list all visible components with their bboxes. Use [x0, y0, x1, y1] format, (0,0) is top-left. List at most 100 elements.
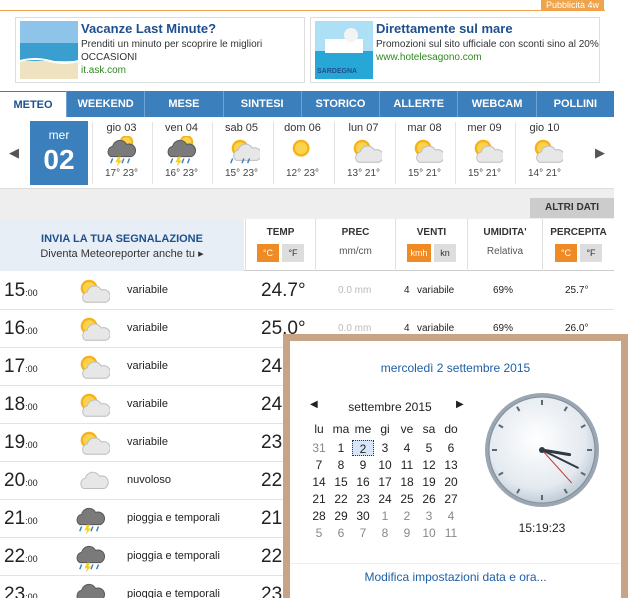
calendar-day[interactable]: 23	[352, 491, 374, 507]
hour-description: pioggia e temporali	[127, 512, 220, 524]
calendar-day[interactable]: 16	[352, 474, 374, 490]
calendar-day[interactable]: 9	[352, 457, 374, 473]
calendar-day[interactable]: 10	[418, 525, 440, 541]
weekday-header: ma	[332, 422, 350, 436]
ad-badge[interactable]: Pubblicità 4w	[540, 0, 604, 11]
calendar-day[interactable]: 7	[308, 457, 330, 473]
day-temp-range: 15° 23°	[224, 168, 259, 179]
calendar-day[interactable]: 5	[418, 440, 440, 456]
report-box[interactable]: INVIA LA TUA SEGNALAZIONE Diventa Meteor…	[0, 219, 244, 271]
altri-dati-button[interactable]: ALTRI DATI	[530, 198, 614, 218]
selected-day[interactable]: mer 02	[30, 121, 88, 185]
report-subtitle[interactable]: Diventa Meteoreporter anche tu ▸	[0, 247, 244, 260]
next-day-arrow-icon[interactable]: ▶	[595, 145, 605, 161]
prev-month-icon[interactable]: ◀	[310, 399, 318, 410]
calendar-day[interactable]: 31	[308, 440, 330, 456]
calendar-day[interactable]: 7	[352, 525, 374, 541]
wind-kmh-button[interactable]: kmh	[407, 244, 431, 262]
hour-temperature: 22	[261, 470, 283, 491]
ad-url[interactable]: www.hotelesagono.com	[376, 52, 482, 63]
day-item[interactable]: gio 10 14° 21°	[515, 122, 573, 184]
calendar-day[interactable]: 27	[440, 491, 462, 507]
calendar-day[interactable]: 3	[418, 508, 440, 524]
calendar-day-today[interactable]: 2	[352, 440, 374, 456]
hour-description: variabile	[127, 436, 168, 448]
selected-day-name: mer	[48, 128, 70, 142]
calendar-day[interactable]: 1	[374, 508, 396, 524]
tab-meteo[interactable]: METEO	[0, 91, 66, 117]
feel-celsius-button[interactable]: °C	[555, 244, 577, 262]
prev-day-arrow-icon[interactable]: ◀	[9, 145, 19, 161]
calendar-day[interactable]: 4	[396, 440, 418, 456]
calendar-day[interactable]: 5	[308, 525, 330, 541]
day-item[interactable]: mar 08 15° 21°	[395, 122, 453, 184]
calendar-day[interactable]: 17	[374, 474, 396, 490]
day-item[interactable]: sab 05 15° 23°	[212, 122, 270, 184]
day-temp-range: 14° 21°	[527, 168, 562, 179]
calendar-month[interactable]: settembre 2015	[320, 400, 460, 414]
tab-webcam[interactable]: WEBCAM	[457, 91, 535, 117]
tab-allerte[interactable]: ALLERTE	[379, 91, 457, 117]
calendar-day[interactable]: 28	[308, 508, 330, 524]
day-item[interactable]: dom 06 12° 23°	[273, 122, 331, 184]
next-month-icon[interactable]: ▶	[456, 399, 464, 410]
calendar-day[interactable]: 9	[396, 525, 418, 541]
calendar-day[interactable]: 6	[440, 440, 462, 456]
ad-url[interactable]: it.ask.com	[81, 65, 126, 76]
tab-sintesi[interactable]: SINTESI	[222, 91, 301, 117]
report-title[interactable]: INVIA LA TUA SEGNALAZIONE	[0, 233, 244, 245]
hour-label: 18:00	[4, 394, 38, 415]
hour-wind-direction: variabile	[417, 323, 455, 334]
datetime-popup: mercoledì 2 settembre 2015 ◀ settembre 2…	[283, 334, 628, 598]
hour-wind-speed: 4	[404, 285, 410, 296]
calendar-day[interactable]: 30	[352, 508, 374, 524]
calendar-day[interactable]: 11	[440, 525, 462, 541]
ad-last-minute[interactable]: Vacanze Last Minute? Prenditi un minuto …	[15, 17, 305, 83]
calendar-day[interactable]: 11	[396, 457, 418, 473]
calendar-day[interactable]: 20	[440, 474, 462, 490]
hour-temperature: 24	[261, 394, 283, 415]
calendar-day[interactable]: 24	[374, 491, 396, 507]
calendar-day[interactable]: 2	[396, 508, 418, 524]
calendar-day[interactable]: 25	[396, 491, 418, 507]
calendar-day[interactable]: 8	[330, 457, 352, 473]
wind-kn-button[interactable]: kn	[434, 244, 456, 262]
calendar-day[interactable]: 15	[330, 474, 352, 490]
hour-row[interactable]: 15:00 variabile 24.7° 0.0 mm 4 variabile 69% 25…	[0, 272, 614, 310]
tab-storico[interactable]: STORICO	[300, 91, 379, 117]
calendar-day[interactable]: 6	[330, 525, 352, 541]
popup-date-link[interactable]: mercoledì 2 settembre 2015	[290, 361, 621, 375]
calendar-day[interactable]: 14	[308, 474, 330, 490]
hour-label: 20:00	[4, 470, 38, 491]
calendar-day[interactable]: 3	[374, 440, 396, 456]
partly-cloudy-icon	[516, 136, 573, 166]
calendar-day[interactable]: 19	[418, 474, 440, 490]
day-item[interactable]: gio 03 17° 23°	[92, 122, 150, 184]
ad-hotel[interactable]: SARDEGNA Direttamente sul mare Promozion…	[310, 17, 600, 83]
calendar-day[interactable]: 1	[330, 440, 352, 456]
calendar-day[interactable]: 18	[396, 474, 418, 490]
datetime-panel: mercoledì 2 settembre 2015 ◀ settembre 2…	[290, 341, 621, 598]
calendar-day[interactable]: 13	[440, 457, 462, 473]
calendar-day[interactable]: 21	[308, 491, 330, 507]
tab-mese[interactable]: MESE	[144, 91, 222, 117]
calendar-day[interactable]: 4	[440, 508, 462, 524]
calendar-day[interactable]: 10	[374, 457, 396, 473]
day-item[interactable]: ven 04 16° 23°	[152, 122, 210, 184]
calendar-day[interactable]: 12	[418, 457, 440, 473]
temp-celsius-button[interactable]: °C	[257, 244, 279, 262]
calendar-day[interactable]: 8	[374, 525, 396, 541]
tab-weekend[interactable]: WEEKEND	[66, 91, 144, 117]
day-item[interactable]: mer 09 15° 21°	[455, 122, 513, 184]
calendar-day[interactable]: 22	[330, 491, 352, 507]
day-item[interactable]: lun 07 13° 21°	[334, 122, 392, 184]
ad-title[interactable]: Direttamente sul mare	[376, 21, 513, 36]
ad-title[interactable]: Vacanze Last Minute?	[81, 21, 216, 36]
tab-pollini[interactable]: POLLINI	[535, 91, 614, 117]
calendar-day[interactable]: 26	[418, 491, 440, 507]
calendar-day[interactable]: 29	[330, 508, 352, 524]
hour-description: variabile	[127, 360, 168, 372]
temp-fahrenheit-button[interactable]: °F	[282, 244, 304, 262]
feel-fahrenheit-button[interactable]: °F	[580, 244, 602, 262]
change-datetime-link[interactable]: Modifica impostazioni data e ora...	[290, 563, 621, 584]
